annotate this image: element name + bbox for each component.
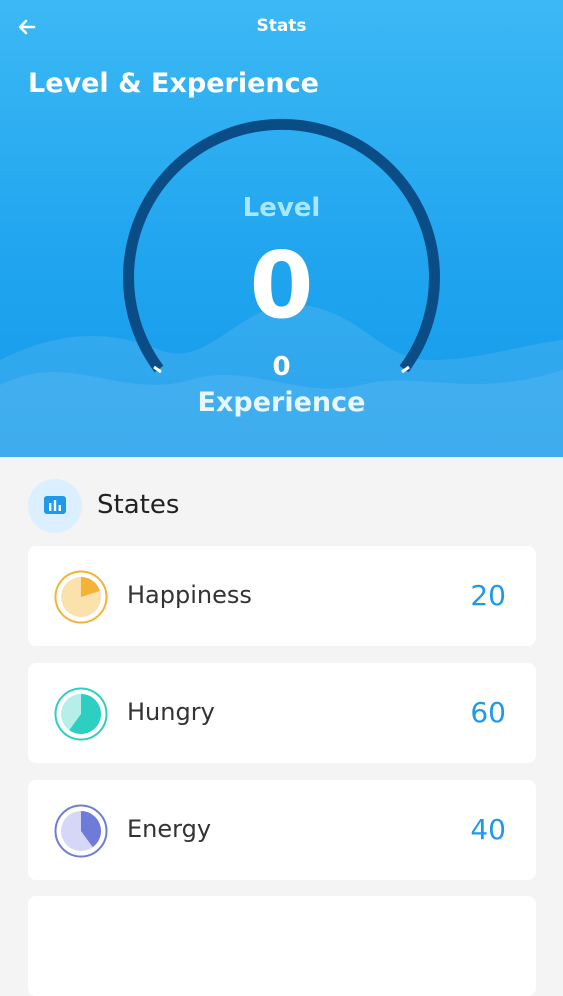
experience-label: Experience <box>197 387 366 418</box>
level-experience-panel: Stats Level & Experience Level 0 0 Exper… <box>0 0 563 457</box>
state-card-happiness[interactable]: Happiness 20 <box>28 546 536 646</box>
state-value: 40 <box>470 813 506 846</box>
hungry-pie-icon <box>54 687 108 741</box>
energy-pie-icon <box>54 804 108 858</box>
state-label: Hungry <box>127 698 215 726</box>
state-label: Happiness <box>127 581 252 609</box>
bar-chart-icon <box>44 496 66 514</box>
state-card-partial[interactable] <box>28 896 536 996</box>
state-value: 20 <box>470 579 506 612</box>
level-label: Level <box>242 193 321 223</box>
happiness-pie-icon <box>54 570 108 624</box>
states-icon-wrap <box>28 479 82 533</box>
level-value: 0 <box>249 232 314 339</box>
state-value: 60 <box>470 696 506 729</box>
state-card-energy[interactable]: Energy 40 <box>28 780 536 880</box>
experience-value: 0 <box>272 352 291 382</box>
state-label: Energy <box>127 815 212 843</box>
states-title: States <box>97 490 180 520</box>
state-card-hungry[interactable]: Hungry 60 <box>28 663 536 763</box>
